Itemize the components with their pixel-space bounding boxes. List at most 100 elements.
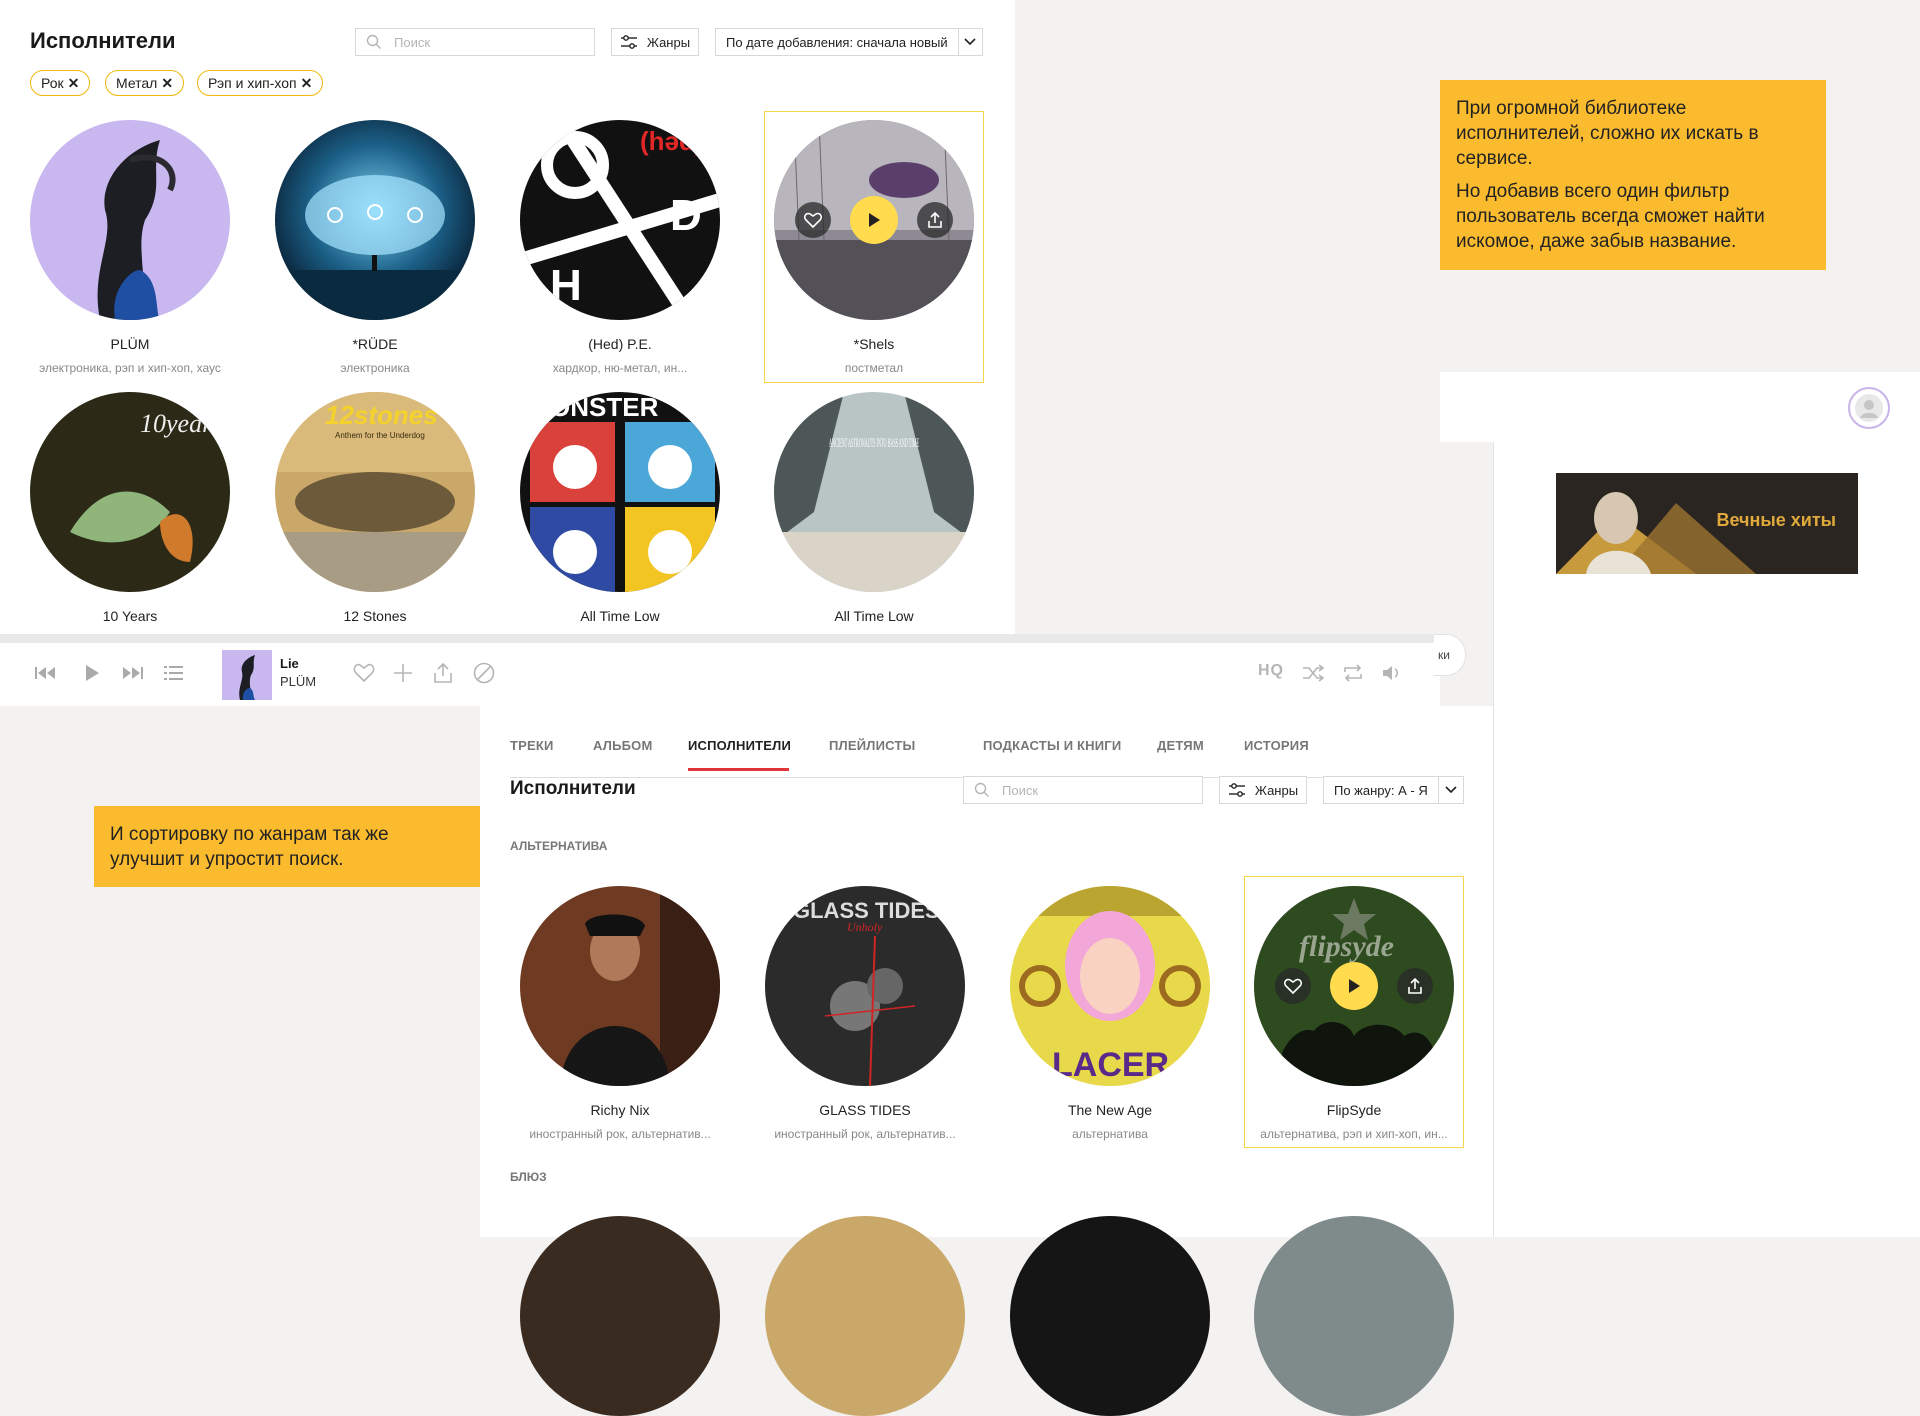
play-icon (869, 213, 880, 227)
chip-label: Рок (41, 75, 64, 91)
repeat-icon[interactable] (1342, 663, 1364, 683)
share-icon (928, 211, 942, 228)
promo-banner[interactable]: Вечные хиты (1556, 473, 1858, 574)
artist-name[interactable]: The New Age (1010, 1102, 1210, 1118)
artist-cover[interactable]: 10years (30, 392, 230, 592)
close-icon[interactable]: ✕ (68, 75, 80, 92)
artist-genre: постметал (844, 361, 904, 375)
hq-toggle[interactable]: HQ (1258, 662, 1284, 680)
artist-name[interactable]: FlipSyde (1254, 1102, 1454, 1118)
artist-name[interactable]: PLÜM (30, 336, 230, 352)
artist-name[interactable]: 10 Years (30, 608, 230, 624)
artist-card-hovered[interactable]: flipsyde FlipSyde альтернатива, рэп и хи… (1254, 886, 1454, 1141)
tab-artists[interactable]: ИСПОЛНИТЕЛИ (688, 738, 791, 753)
artist-name[interactable]: *Shels (774, 336, 974, 352)
search-input[interactable]: Поиск (963, 776, 1203, 804)
play-icon[interactable] (84, 663, 100, 683)
like-button[interactable] (795, 202, 831, 238)
share-icon[interactable] (433, 662, 453, 684)
artist-card[interactable]: ONSTER All Time Low (520, 392, 720, 624)
artist-name[interactable]: (Hed) P.E. (520, 336, 720, 352)
tab-playlists[interactable]: ПЛЕЙЛИСТЫ (829, 738, 915, 753)
close-icon[interactable]: ✕ (301, 75, 313, 92)
artist-cover[interactable]: 12stones Anthem for the Underdog (275, 392, 475, 592)
artist-card[interactable]: PLÜM электроника, рэп и хип-хоп, хаус (30, 120, 230, 375)
artist-cover[interactable]: flipsyde (1254, 886, 1454, 1086)
add-icon[interactable] (393, 663, 413, 683)
genres-button-label: Жанры (1254, 782, 1299, 798)
block-icon[interactable] (473, 662, 495, 684)
artist-cover[interactable]: ONSTER (520, 392, 720, 592)
artist-cover[interactable] (520, 886, 720, 1086)
play-button[interactable] (1330, 962, 1378, 1010)
artist-cover[interactable]: ANCIENT ASTRONAUTS INTO BASS AND TIME (774, 392, 974, 592)
sort-select[interactable]: По жанру: А - Я (1323, 776, 1464, 804)
genre-chip-rap[interactable]: Рэп и хип-хоп ✕ (197, 70, 324, 96)
genre-chip-metal[interactable]: Метал ✕ (105, 70, 185, 96)
tab-tracks[interactable]: ТРЕКИ (510, 738, 554, 753)
artist-cover[interactable] (765, 1216, 965, 1416)
artist-name[interactable]: All Time Low (774, 608, 974, 624)
artist-card[interactable]: 10years 10 Years (30, 392, 230, 624)
search-input[interactable]: Поиск (355, 28, 595, 56)
genres-button[interactable]: Жанры (611, 28, 699, 56)
player-tail-tab[interactable]: ки (1434, 634, 1466, 676)
volume-icon[interactable] (1382, 664, 1402, 682)
section-heading: АЛЬТЕРНАТИВА (510, 839, 608, 853)
artist-cover[interactable]: GLASS TIDES Unholy (765, 886, 965, 1086)
note-paragraph: Но добавив всего один фильтр пользовател… (1456, 181, 1765, 252)
svg-text:H: H (550, 261, 582, 310)
user-icon (1855, 394, 1883, 422)
chevron-down-icon[interactable] (1437, 777, 1463, 803)
track-title[interactable]: Lie (280, 656, 299, 671)
tab-album[interactable]: АЛЬБОМ (593, 738, 653, 753)
artist-card[interactable]: ANCIENT ASTRONAUTS INTO BASS AND TIME Al… (774, 392, 974, 624)
artist-card[interactable]: (həd) D H (Hed) P.E. хардкор, ню-метал, … (520, 120, 720, 375)
genres-button[interactable]: Жанры (1219, 776, 1307, 804)
tab-history[interactable]: ИСТОРИЯ (1244, 738, 1309, 753)
tab-podcasts[interactable]: ПОДКАСТЫ И КНИГИ (983, 738, 1121, 753)
chevron-down-icon[interactable] (957, 29, 982, 55)
artist-name[interactable]: GLASS TIDES (765, 1102, 965, 1118)
close-icon[interactable]: ✕ (161, 75, 173, 92)
tab-kids[interactable]: ДЕТЯМ (1157, 738, 1204, 753)
sort-select-label: По жанру: А - Я (1334, 782, 1428, 798)
artist-cover[interactable] (1010, 1216, 1210, 1416)
artist-name[interactable]: 12 Stones (275, 608, 475, 624)
heart-icon[interactable] (353, 663, 375, 683)
artist-card[interactable]: LACER The New Age альтернатива (1010, 886, 1210, 1141)
artist-cover[interactable] (30, 120, 230, 320)
play-button[interactable] (850, 196, 898, 244)
queue-list-icon[interactable] (164, 664, 184, 682)
artist-cover[interactable] (1254, 1216, 1454, 1416)
share-button[interactable] (1397, 968, 1433, 1004)
track-cover[interactable] (222, 650, 272, 700)
artist-cover[interactable]: LACER (1010, 886, 1210, 1086)
artist-card[interactable]: GLASS TIDES Unholy GLASS TIDES иностранн… (765, 886, 965, 1141)
artist-name[interactable]: All Time Low (520, 608, 720, 624)
next-icon[interactable] (122, 665, 144, 681)
artist-card[interactable]: *RÜDE электроника (275, 120, 475, 375)
previous-icon[interactable] (34, 665, 56, 681)
artist-card-hovered[interactable]: *Shels постметал (774, 120, 974, 375)
share-button[interactable] (917, 202, 953, 238)
artist-card[interactable]: 12stones Anthem for the Underdog 12 Ston… (275, 392, 475, 624)
filter-sliders-icon (620, 35, 637, 49)
artist-name[interactable]: Richy Nix (520, 1102, 720, 1118)
artist-name[interactable]: *RÜDE (275, 336, 475, 352)
like-button[interactable] (1275, 968, 1311, 1004)
artist-cover[interactable]: (həd) D H (520, 120, 720, 320)
genre-chip-rock[interactable]: Рок ✕ (30, 70, 91, 96)
artist-cover[interactable] (275, 120, 475, 320)
artist-cover[interactable] (520, 1216, 720, 1416)
cover-text: 10years (140, 409, 222, 438)
avatar[interactable] (1848, 387, 1890, 429)
artist-cover[interactable] (774, 120, 974, 320)
sort-select[interactable]: По дате добавления: сначала новый (715, 28, 983, 56)
artist-genre: электроника, рэп и хип-хоп, хаус (39, 361, 221, 375)
annotation-note-filters: При огромной библиотеке исполнителей, сл… (1440, 80, 1826, 270)
artist-card[interactable]: Richy Nix иностранный рок, альтернатив..… (520, 886, 720, 1141)
track-artist[interactable]: PLÜM (280, 674, 316, 689)
shuffle-icon[interactable] (1302, 664, 1324, 682)
cover-text: 12stones (325, 400, 438, 430)
